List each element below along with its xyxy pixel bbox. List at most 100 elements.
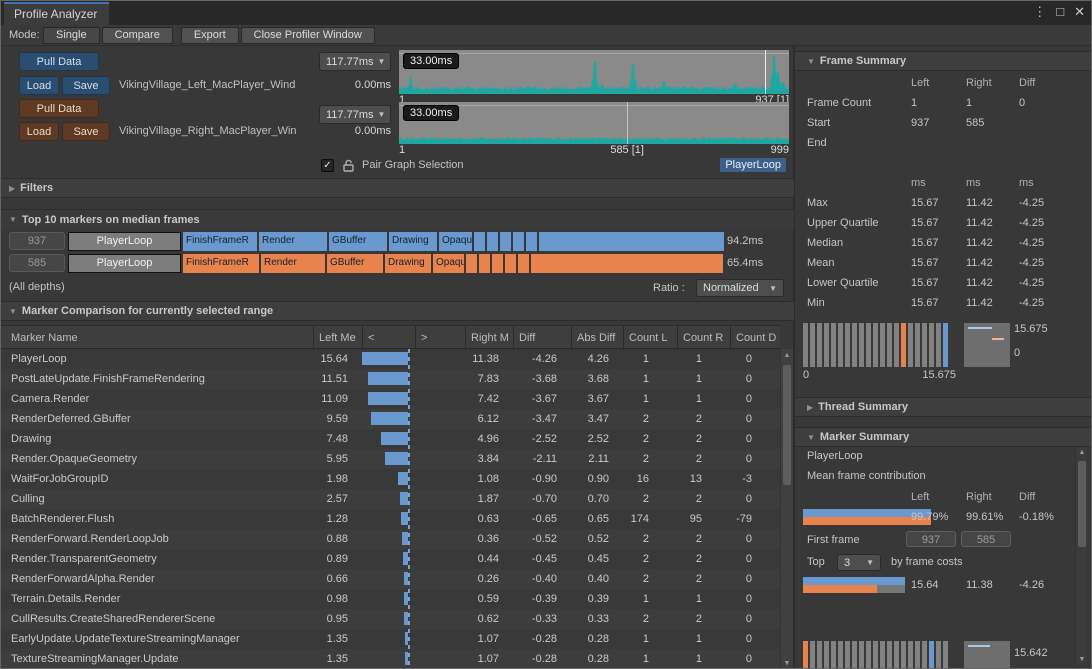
table-row[interactable]: BatchRenderer.Flush1.280.63-0.650.651749… [1,509,780,529]
table-row[interactable]: Drawing7.484.96-2.522.52220 [1,429,780,449]
right-scrollbar-thumb[interactable] [1078,461,1086,547]
frame-summary-header[interactable]: ▼ Frame Summary [795,51,1091,71]
column-header[interactable]: Count R [677,326,730,350]
ratio-dropdown[interactable]: Normalized ▼ [696,279,784,297]
table-row[interactable]: Render.OpaqueGeometry5.953.84-2.112.1122… [1,449,780,469]
mode-single-button[interactable]: Single [43,27,100,44]
top-count-dropdown[interactable]: 3 ▼ [837,554,881,571]
marker-segment[interactable] [492,254,503,273]
marker-playerloop-box[interactable]: PlayerLoop [68,232,181,251]
column-header[interactable]: > [415,326,465,350]
marker-segment[interactable]: FinishFrameR [183,254,259,273]
first-frame-left-button[interactable]: 937 [906,531,956,547]
marker-segment[interactable] [466,254,477,273]
table-scrollbar-thumb[interactable] [783,365,791,485]
marker-summary-header[interactable]: ▼ Marker Summary [795,427,1091,447]
marker-segment[interactable]: FinishFrameR [183,232,257,251]
table-row[interactable]: RenderDeferred.GBuffer9.596.12-3.473.472… [1,409,780,429]
export-button[interactable]: Export [181,27,239,44]
column-header[interactable]: Abs Diff▼ [571,326,623,350]
marker-segment[interactable]: GBuffer [329,232,387,251]
close-icon[interactable]: ✕ [1074,4,1085,20]
column-header[interactable]: Count L [623,326,677,350]
scroll-down-icon[interactable]: ▼ [1076,656,1088,663]
marker-segment[interactable] [479,254,490,273]
summary-cell: 15.67 [911,257,966,269]
pull-data-right-button[interactable]: Pull Data [19,99,99,118]
marker-segment[interactable] [500,232,511,251]
top10-section-header[interactable]: ▼ Top 10 markers on median frames [1,209,794,229]
mode-compare-button[interactable]: Compare [102,27,173,44]
close-profiler-window-button[interactable]: Close Profiler Window [241,27,375,44]
marker-segment[interactable] [526,232,537,251]
frame-graph-right[interactable]: 33.00ms [399,102,789,144]
lock-icon[interactable] [342,158,355,173]
table-row[interactable]: WaitForJobGroupID1.981.08-0.900.901613-3 [1,469,780,489]
table-row[interactable]: Terrain.Details.Render0.980.59-0.390.391… [1,589,780,609]
table-cell: -0.70 [513,493,571,505]
left-range-dropdown[interactable]: 117.77ms ▼ [319,52,391,71]
frame-number-button[interactable]: 937 [9,232,65,250]
marker-playerloop-box[interactable]: PlayerLoop [68,254,181,273]
table-row[interactable]: Culling2.571.87-0.700.70220 [1,489,780,509]
histogram-bar [880,323,885,367]
marker-segment[interactable]: Render [261,254,325,273]
filters-section-header[interactable]: ▶ Filters [1,178,794,198]
table-row[interactable]: RenderForwardAlpha.Render0.660.26-0.400.… [1,569,780,589]
first-frame-right-button[interactable]: 585 [961,531,1011,547]
tab-profile-analyzer[interactable]: Profile Analyzer [4,2,109,25]
frame-number-button[interactable]: 585 [9,254,65,272]
table-scrollbar[interactable]: ▲ ▼ [780,349,793,668]
save-left-button[interactable]: Save [62,76,110,95]
histogram-bar [908,641,913,668]
marker-segment[interactable]: Render [259,232,327,251]
histogram-bar [887,641,892,668]
column-header[interactable]: Left Me [313,326,362,350]
table-row[interactable]: Camera.Render11.097.42-3.673.67110 [1,389,780,409]
comparison-section-header[interactable]: ▼ Marker Comparison for currently select… [1,301,794,321]
marker-segment[interactable]: Drawing [389,232,437,251]
right-pane-scrollbar[interactable]: ▲ ▼ [1075,447,1087,665]
maximize-icon[interactable]: □ [1056,4,1064,20]
column-header[interactable]: Marker Name [1,326,313,350]
summary-cell: Min [807,297,911,309]
column-header[interactable]: Count D [730,326,780,350]
table-row[interactable]: EarlyUpdate.UpdateTextureStreamingManage… [1,629,780,649]
marker-segment[interactable] [513,232,524,251]
scroll-down-icon[interactable]: ▼ [781,660,793,667]
marker-segment[interactable] [539,232,724,251]
save-right-button[interactable]: Save [62,122,110,141]
marker-segment[interactable] [487,232,498,251]
selected-marker-label[interactable]: PlayerLoop [720,158,786,172]
table-row[interactable]: PostLateUpdate.FinishFrameRendering11.51… [1,369,780,389]
column-header[interactable]: Diff [513,326,571,350]
table-row[interactable]: RenderForward.RenderLoopJob0.880.36-0.52… [1,529,780,549]
frame-graph-left[interactable]: 33.00ms [399,50,789,94]
table-row[interactable]: Render.TransparentGeometry0.890.44-0.450… [1,549,780,569]
table-row[interactable]: TextureStreamingManager.Update1.351.07-0… [1,649,780,668]
marker-segment[interactable]: Opaqu [433,254,464,273]
pull-data-left-button[interactable]: Pull Data [19,52,99,71]
marker-segment[interactable] [518,254,529,273]
thread-summary-header[interactable]: ▶ Thread Summary [795,397,1091,417]
menu-icon[interactable]: ⋮ [1033,4,1046,20]
load-left-button[interactable]: Load [19,76,59,95]
marker-segment[interactable] [505,254,516,273]
marker-segment[interactable]: Drawing [385,254,431,273]
marker-segment[interactable]: GBuffer [327,254,383,273]
table-row[interactable]: CullResults.CreateSharedRendererScene0.9… [1,609,780,629]
comparison-table-header[interactable]: Marker NameLeft Me<>Right MDiffAbs Diff▼… [1,325,780,349]
summary-cell: 11.42 [966,237,1019,249]
table-row[interactable]: PlayerLoop15.6411.38-4.264.26110 [1,349,780,369]
marker-segment[interactable]: Opaqu [439,232,472,251]
column-header[interactable]: < [362,326,415,350]
expanded-triangle-icon: ▼ [9,307,17,316]
pair-graph-checkbox[interactable]: ✓ [321,159,334,172]
load-right-button[interactable]: Load [19,122,59,141]
scroll-up-icon[interactable]: ▲ [781,352,793,359]
table-cell: 2.11 [571,453,623,465]
marker-segment[interactable] [531,254,723,273]
marker-segment[interactable] [474,232,485,251]
column-header[interactable]: Right M [465,326,513,350]
scroll-up-icon[interactable]: ▲ [1076,449,1088,456]
